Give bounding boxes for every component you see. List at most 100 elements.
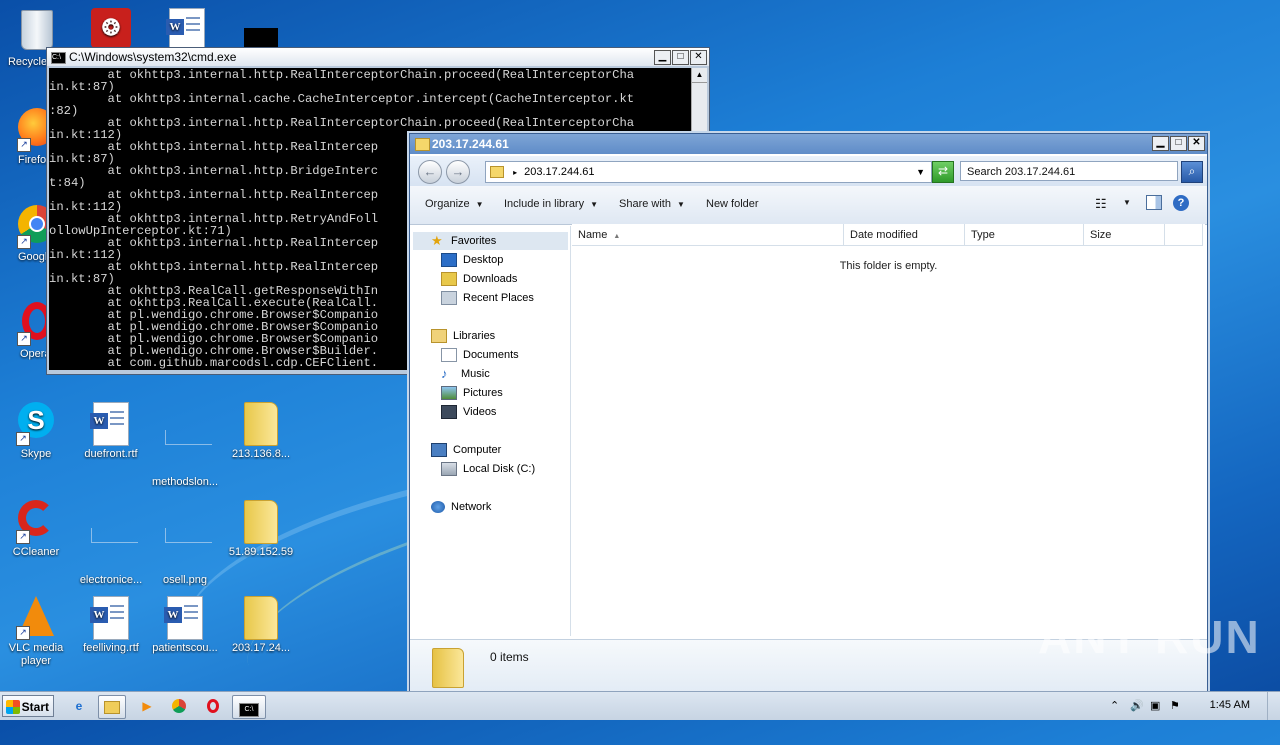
search-input[interactable]: Search 203.17.244.61 <box>960 161 1178 181</box>
desktop-icon-label: CCleaner <box>12 546 60 558</box>
view-options-icon[interactable]: ☷ <box>1095 196 1107 212</box>
console-line: at okhttp3.internal.http.RealInterceptor… <box>49 68 635 82</box>
maximize-button[interactable]: □ <box>672 50 689 65</box>
word-doc-icon: W <box>164 596 205 640</box>
explorer-window[interactable]: 203.17.244.61 ▁ □ ✕ ← → ▸ 203.17.244.61 … <box>409 133 1208 693</box>
desktop-icon-patientscou[interactable]: W patientscou... <box>150 596 220 654</box>
computer-icon <box>431 443 447 458</box>
search-icon[interactable]: ⌕ <box>1181 161 1203 183</box>
nav-pictures[interactable]: Pictures <box>441 384 503 402</box>
column-header-name[interactable]: Name ▲ <box>572 224 844 246</box>
help-icon[interactable]: ? <box>1173 195 1189 211</box>
include-in-library-button[interactable]: Include in library ▼ <box>504 198 598 210</box>
desktop-icon-folder-51[interactable]: 51.89.152.59 <box>226 500 296 558</box>
word-doc-icon: W <box>90 402 131 446</box>
share-label: Share with <box>619 198 671 210</box>
nav-desktop[interactable]: Desktop <box>441 251 503 269</box>
breadcrumb[interactable]: 203.17.244.61 <box>524 166 594 178</box>
system-tray: ⌃ 🔊 ▣ ⚑ <box>1100 692 1280 720</box>
preview-pane-icon[interactable] <box>1146 195 1162 210</box>
show-hidden-icons-icon[interactable]: ⌃ <box>1110 699 1119 712</box>
minimize-button[interactable]: ▁ <box>654 50 671 65</box>
folder-icon <box>415 138 430 151</box>
desktop-icon-ccleaner[interactable]: ↗ CCleaner <box>1 500 71 558</box>
taskbar-ie-icon[interactable]: e <box>66 695 92 717</box>
nav-label: Videos <box>463 406 497 418</box>
nav-label: Downloads <box>463 273 518 285</box>
desktop-icon-label: 213.136.8... <box>231 448 291 460</box>
share-with-button[interactable]: Share with ▼ <box>619 198 685 210</box>
action-center-flag-icon[interactable]: ⚑ <box>1170 699 1180 712</box>
taskbar-opera-icon[interactable] <box>200 695 226 717</box>
nav-libraries[interactable]: Libraries <box>431 327 495 345</box>
close-button[interactable]: ✕ <box>1188 136 1205 151</box>
refresh-button[interactable]: ⇄ <box>932 161 954 183</box>
vlc-icon: ↗ <box>16 596 56 640</box>
chevron-down-icon: ▼ <box>475 200 484 209</box>
nav-videos[interactable]: Videos <box>441 403 496 421</box>
nav-favorites[interactable]: ★ Favorites <box>413 232 568 250</box>
desktop-icon-label: osell.png <box>162 574 208 586</box>
chevron-down-icon: ▼ <box>676 200 685 209</box>
desktop-icon-label: electronice... <box>79 574 143 586</box>
desktop-icon-methodslon[interactable]: methodslon... <box>150 402 220 488</box>
sort-ascending-icon: ▲ <box>613 233 621 240</box>
desktop-icon-duefront[interactable]: W duefront.rtf <box>76 402 146 460</box>
documents-icon <box>441 348 457 363</box>
column-header-size[interactable]: Size <box>1084 224 1165 246</box>
nav-network[interactable]: Network <box>431 498 491 516</box>
windows-logo-icon <box>6 700 20 714</box>
desktop-icon-folder-213[interactable]: 213.136.8... <box>226 402 296 460</box>
volume-icon[interactable]: 🔊 <box>1130 699 1144 712</box>
word-doc-icon: W <box>166 8 207 52</box>
nav-label: Libraries <box>453 330 496 342</box>
nav-label: Music <box>461 368 490 380</box>
close-button[interactable]: ✕ <box>690 50 707 65</box>
nav-computer[interactable]: Computer <box>431 441 501 459</box>
start-button[interactable]: Start <box>2 695 54 717</box>
nav-downloads[interactable]: Downloads <box>441 270 517 288</box>
clock[interactable]: 1:45 AM <box>1210 699 1250 711</box>
organize-button[interactable]: Organize ▼ <box>425 198 484 210</box>
desktop-icon-skype[interactable]: S ↗ Skype <box>1 402 71 460</box>
explorer-titlebar[interactable]: 203.17.244.61 ▁ □ ✕ <box>410 134 1207 154</box>
back-button[interactable]: ← <box>418 160 442 184</box>
nav-label: Local Disk (C:) <box>463 463 536 475</box>
chevron-down-icon[interactable]: ▼ <box>1123 198 1131 207</box>
taskbar-cmd-icon[interactable]: C:\ <box>232 695 266 719</box>
desktop-icon-vlc[interactable]: ↗ VLC media player <box>1 596 71 668</box>
taskbar-media-player-icon[interactable]: ▶ <box>134 695 160 717</box>
pictures-icon <box>441 386 457 401</box>
column-header-type[interactable]: Type <box>965 224 1084 246</box>
file-list[interactable]: Name ▲ Date modified Type Size This folde… <box>572 224 1205 636</box>
item-count: 0 items <box>490 650 529 664</box>
show-desktop-button[interactable] <box>1267 692 1280 720</box>
network-status-icon[interactable]: ▣ <box>1150 699 1160 712</box>
taskbar-chrome-icon[interactable] <box>166 695 192 717</box>
desktop-icon-label: 203.17.24... <box>231 642 291 654</box>
new-folder-button[interactable]: New folder <box>706 198 759 210</box>
address-bar[interactable]: ▸ 203.17.244.61 ▼ <box>485 161 932 183</box>
taskbar-explorer-icon[interactable] <box>98 695 126 719</box>
include-label: Include in library <box>504 198 585 210</box>
chevron-down-icon[interactable]: ▼ <box>916 162 925 182</box>
cmd-titlebar[interactable]: C:\ C:\Windows\system32\cmd.exe ▁ □ ✕ <box>47 48 709 66</box>
desktop-icon-electronice[interactable]: electronice... <box>76 500 146 586</box>
desktop-icon-osell[interactable]: osell.png <box>150 500 220 586</box>
nav-documents[interactable]: Documents <box>441 346 519 364</box>
maximize-button[interactable]: □ <box>1170 136 1187 151</box>
desktop-icon-folder-203[interactable]: 203.17.24... <box>226 596 296 654</box>
nav-local-disk[interactable]: Local Disk (C:) <box>441 460 535 478</box>
desktop-icon-feelliving[interactable]: W feelliving.rtf <box>76 596 146 654</box>
minimize-button[interactable]: ▁ <box>1152 136 1169 151</box>
address-bar-row: ← → ▸ 203.17.244.61 ▼ ⇄ Search 203.17.24… <box>410 156 1207 186</box>
nav-recent-places[interactable]: Recent Places <box>441 289 534 307</box>
breadcrumb-arrow-icon[interactable]: ▸ <box>513 168 517 177</box>
scroll-up-arrow-icon[interactable]: ▲ <box>692 68 707 83</box>
folder-icon <box>241 500 281 544</box>
desktop-icon-label: duefront.rtf <box>84 448 138 460</box>
forward-button[interactable]: → <box>446 160 470 184</box>
nav-music[interactable]: ♪ Music <box>441 365 490 383</box>
column-header-date[interactable]: Date modified <box>844 224 965 246</box>
folder-icon <box>241 596 281 640</box>
